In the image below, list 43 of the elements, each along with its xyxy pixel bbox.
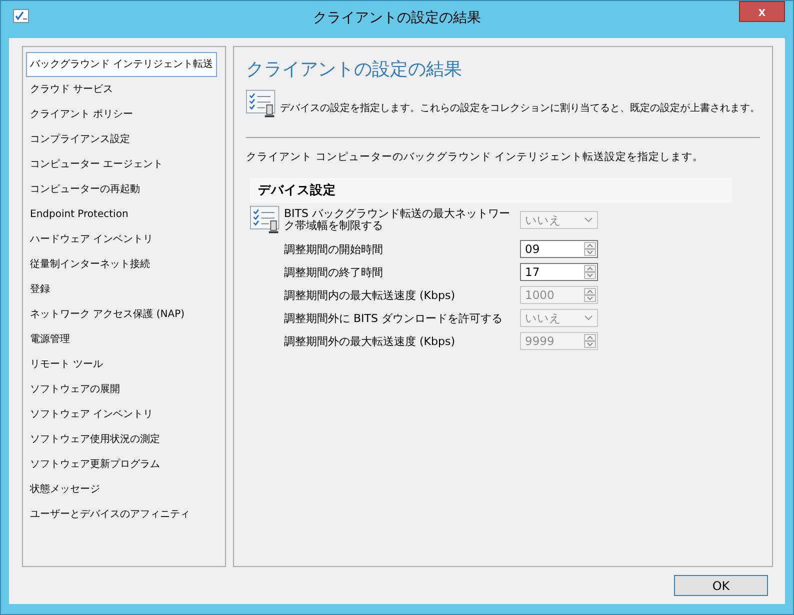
sidebar-item[interactable]: ハードウェア インベントリ — [26, 227, 158, 252]
chevron-down-icon — [584, 315, 593, 321]
number-spinner[interactable]: 09 — [520, 240, 598, 258]
sidebar-item[interactable]: ソフトウェア インベントリ — [26, 402, 158, 427]
sidebar-item[interactable]: 電源管理 — [26, 327, 74, 352]
sidebar-item[interactable]: リモート ツール — [26, 352, 108, 377]
setting-label: 調整期間外に BITS ダウンロードを許可する — [284, 310, 504, 326]
sidebar-item[interactable]: ソフトウェアの展開 — [26, 377, 124, 402]
spin-up-icon[interactable] — [584, 265, 596, 272]
setting-label: 調整期間外の最大転送速度 (Kbps) — [284, 334, 456, 348]
spin-down-icon[interactable] — [584, 272, 596, 279]
sidebar-item[interactable]: コンプライアンス設定 — [26, 127, 134, 152]
sidebar-item[interactable]: バックグラウンド インテリジェント転送 — [26, 52, 218, 77]
sidebar-item[interactable]: コンピューター エージェント — [26, 152, 168, 177]
setting-label: 調整期間の終了時間 — [284, 264, 384, 280]
sidebar-item[interactable]: ソフトウェア使用状況の測定 — [26, 427, 164, 452]
sidebar-item[interactable]: ネットワーク アクセス保護 (NAP) — [26, 302, 189, 327]
sidebar-item[interactable]: コンピューターの再起動 — [26, 177, 144, 202]
close-button[interactable]: x — [739, 1, 785, 22]
settings-list-icon — [246, 89, 278, 119]
sidebar-item[interactable]: 状態メッセージ — [26, 477, 104, 502]
setting-label: BITS バックグラウンド転送の最大ネットワーク帯域幅を制限する — [284, 208, 511, 232]
section-header: デバイス設定 — [250, 178, 732, 203]
setting-label: 調整期間内の最大転送速度 (Kbps) — [284, 288, 456, 302]
intro-text: クライアント コンピューターのバックグラウンド インテリジェント転送設定を指定します。 — [246, 150, 705, 164]
window-title: クライアントの設定の結果 — [312, 8, 482, 26]
sidebar-item[interactable]: クラウド サービス — [26, 77, 118, 102]
spin-up-icon[interactable] — [584, 242, 596, 249]
sidebar-item[interactable]: クライアント ポリシー — [26, 102, 138, 127]
sidebar-item[interactable]: Endpoint Protection — [26, 202, 132, 227]
number-spinner[interactable]: 17 — [520, 263, 598, 281]
ok-button[interactable]: OK — [674, 575, 768, 596]
settings-list-icon — [250, 205, 282, 235]
sidebar-item[interactable]: ソフトウェア更新プログラム — [26, 452, 164, 477]
spin-down-icon[interactable] — [584, 249, 596, 256]
sidebar-item[interactable]: ユーザーとデバイスのアフィニティ — [26, 502, 194, 527]
sidebar-item[interactable]: 登録 — [26, 277, 54, 302]
sidebar-item[interactable]: 従量制インターネット接続 — [26, 252, 154, 277]
checklist-icon — [13, 8, 29, 22]
description-text: デバイスの設定を指定します。これらの設定をコレクションに割り当てると、既定の設定が上書されます。 — [280, 102, 760, 116]
chevron-down-icon — [584, 217, 593, 223]
setting-label: 調整期間の開始時間 — [284, 242, 384, 256]
page-heading: クライアントの設定の結果 — [246, 58, 462, 81]
